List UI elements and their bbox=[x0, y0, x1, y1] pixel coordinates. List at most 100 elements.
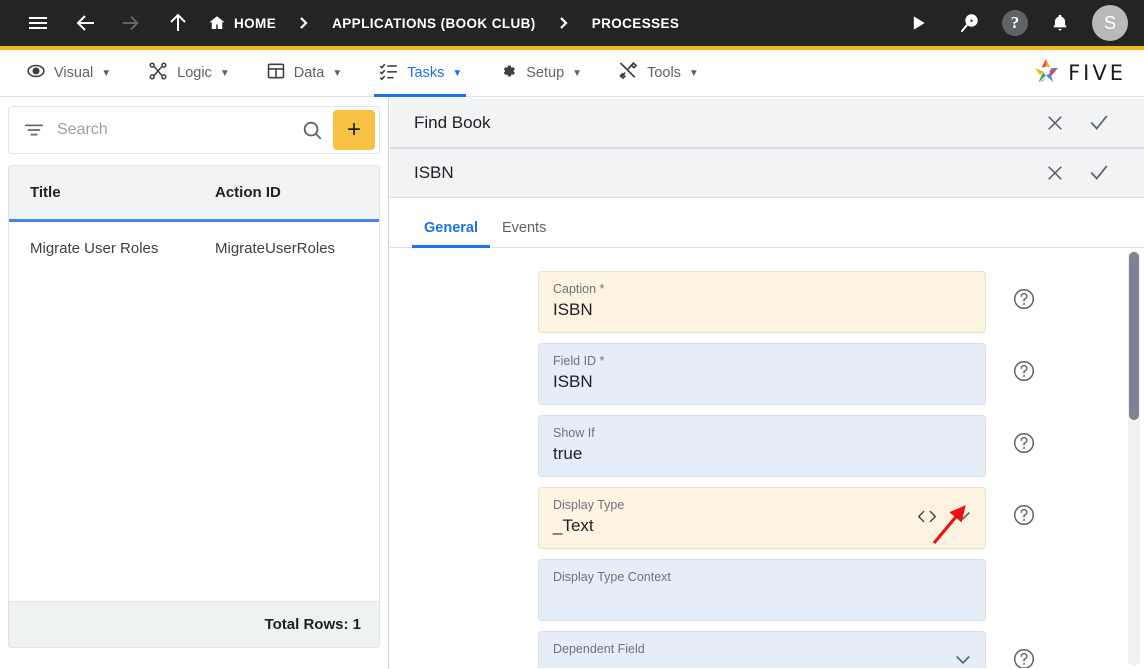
cell-title: Migrate User Roles bbox=[30, 240, 159, 257]
menu-label-tools: Tools bbox=[647, 65, 681, 81]
menu-item-tools[interactable]: Tools ▼ bbox=[606, 50, 711, 97]
breadcrumb-separator bbox=[558, 15, 570, 31]
menu-item-setup[interactable]: Setup ▼ bbox=[486, 50, 594, 97]
field-row-show-if: Show If true bbox=[390, 415, 1144, 477]
confirm-check-icon[interactable] bbox=[1086, 110, 1112, 136]
breadcrumb-item-home[interactable]: HOME bbox=[208, 14, 276, 32]
menu-label-logic: Logic bbox=[177, 65, 212, 81]
hamburger-icon[interactable] bbox=[18, 3, 58, 43]
home-icon bbox=[208, 14, 226, 32]
breadcrumb-separator bbox=[298, 15, 310, 31]
cell-action-id: MigrateUserRoles bbox=[215, 240, 336, 257]
panel-header-isbn: ISBN bbox=[390, 148, 1144, 198]
vertical-scrollbar[interactable] bbox=[1128, 250, 1140, 666]
field-properties-form: Caption * ISBN Field ID * ISBN Show If t… bbox=[390, 248, 1144, 668]
help-icon[interactable] bbox=[1012, 287, 1036, 311]
tab-general[interactable]: General bbox=[412, 220, 490, 248]
search-icon[interactable] bbox=[291, 119, 333, 141]
show-if-field[interactable]: Show If true bbox=[538, 415, 986, 477]
arrow-left-icon[interactable] bbox=[66, 3, 106, 43]
chevron-down-icon: ▼ bbox=[688, 67, 699, 79]
search-run-icon[interactable] bbox=[950, 3, 990, 43]
search-input[interactable] bbox=[57, 121, 291, 139]
close-icon[interactable] bbox=[1042, 160, 1068, 186]
help-icon-glyph: ? bbox=[1010, 13, 1020, 32]
checklist-icon bbox=[378, 61, 399, 85]
eye-icon bbox=[26, 61, 46, 85]
column-header-action-id[interactable]: Action ID bbox=[194, 184, 379, 201]
run-icon[interactable] bbox=[898, 3, 938, 43]
field-id-field[interactable]: Field ID * ISBN bbox=[538, 343, 986, 405]
help-icon[interactable] bbox=[1012, 647, 1036, 668]
confirm-check-icon[interactable] bbox=[1086, 160, 1112, 186]
caption-field[interactable]: Caption * ISBN bbox=[538, 271, 986, 333]
display-type-field[interactable]: Display Type _Text bbox=[538, 487, 986, 549]
avatar[interactable]: S bbox=[1092, 5, 1128, 41]
dependent-field-label: Dependent Field bbox=[553, 642, 645, 656]
dependent-field-value bbox=[553, 659, 971, 668]
five-brand-text: FIVE bbox=[1068, 61, 1126, 85]
breadcrumb-label-processes: PROCESSES bbox=[591, 15, 680, 31]
menu-item-tasks[interactable]: Tasks ▼ bbox=[366, 50, 474, 97]
display-type-context-field[interactable]: Display Type Context bbox=[538, 559, 986, 621]
application-menu-bar: Visual ▼ Logic ▼ Data ▼ Tasks ▼ Setup ▼ … bbox=[0, 50, 1144, 97]
breadcrumb-label-home: HOME bbox=[234, 15, 277, 31]
notifications-bell-icon[interactable] bbox=[1040, 3, 1080, 43]
five-pinwheel-icon bbox=[1031, 56, 1061, 91]
arrow-up-icon[interactable] bbox=[158, 3, 198, 43]
chevron-down-icon[interactable] bbox=[953, 506, 973, 531]
grid-header-row: Title Action ID bbox=[9, 166, 379, 222]
chevron-down-icon: ▼ bbox=[452, 67, 463, 79]
top-navigation-bar: HOME APPLICATIONS (BOOK CLUB) PROCESSES … bbox=[0, 0, 1144, 50]
display-type-context-label: Display Type Context bbox=[553, 570, 671, 584]
help-icon[interactable]: ? bbox=[1002, 10, 1028, 36]
menu-label-visual: Visual bbox=[54, 65, 94, 81]
dependent-field-field[interactable]: Dependent Field bbox=[538, 631, 986, 668]
column-header-title[interactable]: Title bbox=[9, 184, 194, 201]
menu-item-visual[interactable]: Visual ▼ bbox=[14, 50, 123, 97]
add-process-button[interactable]: + bbox=[333, 110, 375, 150]
help-icon[interactable] bbox=[1012, 503, 1036, 527]
dependent-field-icons bbox=[953, 650, 973, 669]
arrow-right-icon bbox=[110, 3, 150, 43]
breadcrumb-item-processes[interactable]: PROCESSES bbox=[592, 16, 680, 31]
chevron-down-icon: ▼ bbox=[572, 67, 583, 79]
field-row-dependent-field: Dependent Field bbox=[390, 631, 1144, 668]
breadcrumb-item-applications[interactable]: APPLICATIONS (BOOK CLUB) bbox=[332, 16, 536, 31]
scrollbar-thumb[interactable] bbox=[1129, 252, 1139, 420]
avatar-initial: S bbox=[1103, 12, 1116, 33]
caption-field-label: Caption * bbox=[553, 282, 605, 296]
chevron-down-icon: ▼ bbox=[219, 67, 230, 79]
display-type-field-icons bbox=[917, 506, 973, 531]
topbar-actions: ? S bbox=[898, 3, 1144, 43]
display-type-label: Display Type bbox=[553, 498, 625, 512]
menu-label-data: Data bbox=[293, 65, 325, 81]
panel-actions bbox=[1042, 110, 1144, 136]
menu-item-logic[interactable]: Logic ▼ bbox=[135, 50, 242, 97]
tab-events[interactable]: Events bbox=[490, 220, 558, 247]
show-if-label: Show If bbox=[553, 426, 595, 440]
filter-icon[interactable] bbox=[9, 119, 57, 141]
panel-title-isbn: ISBN bbox=[414, 163, 454, 182]
logic-graph-icon bbox=[147, 61, 169, 85]
code-brackets-icon[interactable] bbox=[917, 509, 937, 528]
processes-grid: Title Action ID Migrate User Roles Migra… bbox=[8, 165, 380, 648]
display-type-context-value bbox=[553, 587, 971, 609]
table-icon bbox=[266, 61, 286, 85]
menu-label-tasks: Tasks bbox=[407, 65, 445, 81]
field-row-display-type-context: Display Type Context bbox=[390, 559, 1144, 621]
panel-title-find-book: Find Book bbox=[414, 112, 491, 132]
help-icon[interactable] bbox=[1012, 431, 1036, 455]
help-icon[interactable] bbox=[1012, 359, 1036, 383]
total-rows-label: Total Rows: 1 bbox=[9, 601, 379, 647]
display-type-value: _Text bbox=[553, 516, 594, 535]
table-row[interactable]: Migrate User Roles MigrateUserRoles bbox=[9, 222, 379, 275]
menu-item-data[interactable]: Data ▼ bbox=[254, 50, 355, 97]
caption-field-value: ISBN bbox=[553, 300, 593, 319]
five-brand-logo: FIVE bbox=[1031, 56, 1126, 91]
field-id-label: Field ID * bbox=[553, 354, 605, 368]
tools-icon bbox=[618, 61, 639, 85]
chevron-down-icon[interactable] bbox=[953, 650, 973, 669]
show-if-value: true bbox=[553, 444, 583, 463]
close-icon[interactable] bbox=[1042, 110, 1068, 136]
